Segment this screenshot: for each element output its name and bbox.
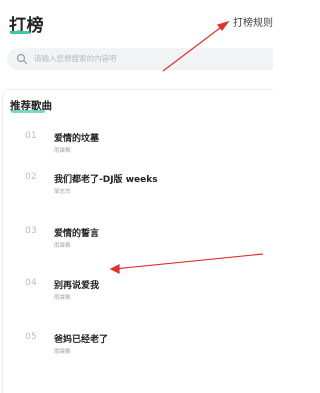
song-artist: 邹志杰 — [54, 189, 71, 195]
song-item[interactable]: 02 我们都老了-DJ版 weeks 邹志杰 — [0, 172, 273, 202]
song-item[interactable]: 03 爱情的誓言 雨霖枫 — [0, 226, 273, 256]
song-artist: 雨霖枫 — [54, 148, 71, 154]
song-item[interactable]: 04 别再说爱我 雨霖枫 — [0, 278, 273, 308]
search-icon — [16, 53, 28, 65]
song-artist: 雨霖枫 — [54, 349, 71, 355]
section-underline — [11, 110, 45, 113]
title-underline — [10, 31, 30, 34]
song-name: 我们都老了-DJ版 weeks — [54, 175, 158, 185]
song-artist: 雨霖枫 — [54, 295, 71, 301]
song-index: 05 — [25, 332, 38, 342]
song-index: 04 — [25, 278, 38, 288]
song-item[interactable]: 05 爸妈已经老了 雨霖枫 — [0, 332, 273, 362]
song-name: 爱情的誓言 — [54, 229, 100, 239]
search-placeholder: 请输入您想搜索的内容吧 — [34, 54, 117, 63]
song-item[interactable]: 01 爱情的坟墓 雨霖枫 — [0, 131, 273, 161]
song-index: 01 — [25, 131, 38, 141]
song-artist: 雨霖枫 — [54, 243, 71, 249]
song-name: 爸妈已经老了 — [54, 335, 109, 345]
search-input[interactable]: 请输入您想搜索的内容吧 — [7, 48, 273, 70]
rules-link[interactable]: 打榜规则 — [233, 14, 273, 29]
song-index: 02 — [25, 172, 38, 182]
song-index: 03 — [25, 226, 38, 236]
page: 打榜 打榜规则 请输入您想搜索的内容吧 推荐歌曲 01 爱情的坟墓 雨霖枫 02… — [0, 0, 273, 393]
song-name: 别再说爱我 — [54, 281, 100, 291]
song-name: 爱情的坟墓 — [54, 134, 100, 144]
